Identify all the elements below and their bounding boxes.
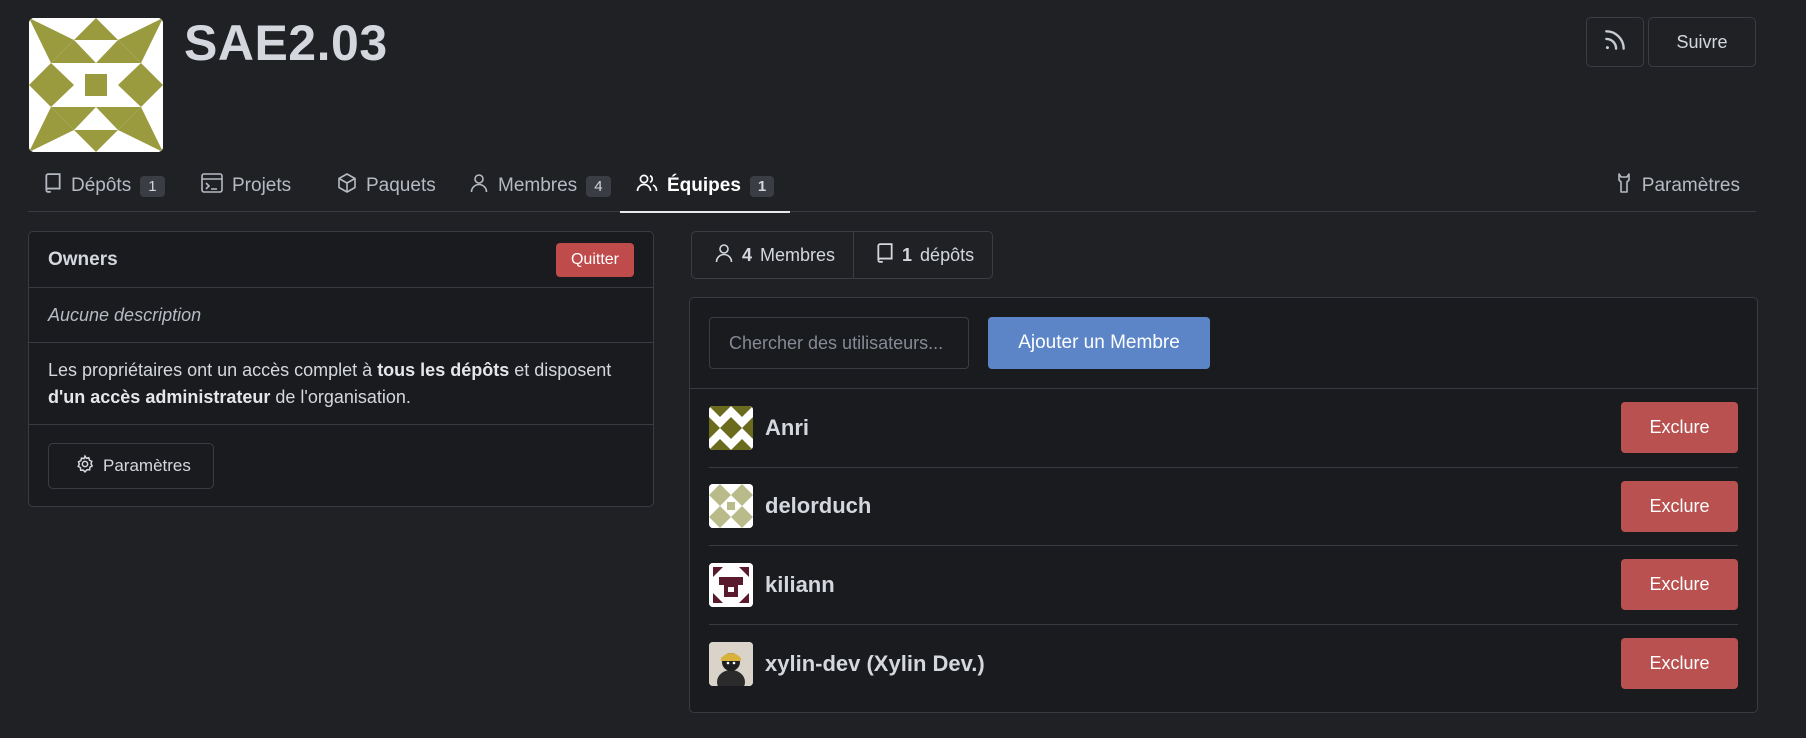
perm-text: de l'organisation. bbox=[270, 386, 411, 407]
repos-count: 1 bbox=[902, 244, 913, 265]
tab-teams[interactable]: Équipes 1 bbox=[620, 160, 791, 213]
header-actions: Suivre bbox=[1586, 17, 1756, 67]
perm-emphasis: d'un accès administrateur bbox=[48, 386, 271, 407]
tab-label: Dépôts bbox=[71, 175, 132, 196]
follow-button[interactable]: Suivre bbox=[1648, 17, 1756, 67]
exclude-member-button[interactable]: Exclure bbox=[1621, 559, 1738, 611]
tab-label: Équipes bbox=[667, 175, 741, 196]
tab-members[interactable]: Membres 4 bbox=[453, 160, 627, 212]
team-actions-row: Paramètres bbox=[29, 425, 653, 507]
tab-settings[interactable]: Paramètres bbox=[1599, 160, 1756, 212]
org-tabs: Dépôts 1 Projets Paquets Membres 4 Équip… bbox=[28, 160, 1756, 213]
perm-emphasis: tous les dépôts bbox=[377, 359, 510, 380]
tab-label: Paquets bbox=[366, 175, 436, 196]
avatar[interactable] bbox=[709, 405, 753, 450]
tab-count: 4 bbox=[586, 175, 611, 197]
person-icon bbox=[714, 243, 734, 268]
tab-count: 1 bbox=[749, 175, 775, 197]
exclude-member-button[interactable]: Exclure bbox=[1621, 402, 1738, 454]
repo-icon bbox=[876, 242, 894, 268]
team-permissions-row: Les propriétaires ont un accès complet à… bbox=[29, 343, 653, 425]
perm-text: Les propriétaires ont un accès complet à bbox=[48, 359, 378, 380]
repo-icon bbox=[44, 173, 62, 199]
tab-label: Projets bbox=[232, 175, 292, 196]
member-name[interactable]: Anri bbox=[765, 415, 809, 441]
members-stat[interactable]: 4 Membres bbox=[692, 232, 853, 278]
member-row: delorduch Exclure bbox=[709, 468, 1738, 546]
team-stats: 4 Membres 1 dépôts bbox=[691, 231, 994, 279]
tab-count: 1 bbox=[140, 175, 165, 197]
tab-projects[interactable]: Projets bbox=[185, 160, 307, 212]
team-settings-label: Paramètres bbox=[103, 456, 191, 475]
project-icon bbox=[201, 173, 223, 199]
member-name[interactable]: kiliann bbox=[765, 572, 835, 598]
exclude-member-button[interactable]: Exclure bbox=[1621, 638, 1738, 690]
member-row: xylin-dev (Xylin Dev.) Exclure bbox=[709, 625, 1738, 704]
avatar[interactable] bbox=[709, 562, 753, 607]
team-settings-button[interactable]: Paramètres bbox=[48, 443, 214, 489]
member-name[interactable]: xylin-dev (Xylin Dev.) bbox=[765, 651, 985, 677]
member-list: Anri Exclure delorduch Exclure kiliann E… bbox=[690, 389, 1757, 703]
add-member-button[interactable]: Ajouter un Membre bbox=[988, 317, 1210, 369]
person-icon bbox=[469, 173, 489, 199]
avatar[interactable] bbox=[709, 484, 753, 529]
team-header: Owners Quitter bbox=[29, 232, 653, 288]
member-row: Anri Exclure bbox=[709, 389, 1738, 468]
org-avatar bbox=[29, 18, 163, 152]
tools-icon bbox=[1615, 172, 1633, 200]
member-name[interactable]: delorduch bbox=[765, 493, 871, 519]
exclude-member-button[interactable]: Exclure bbox=[1621, 480, 1738, 532]
avatar[interactable] bbox=[709, 641, 753, 686]
user-search-input[interactable] bbox=[709, 317, 969, 369]
rss-icon bbox=[1602, 27, 1628, 58]
tab-repos[interactable]: Dépôts 1 bbox=[28, 160, 181, 212]
team-permissions: Les propriétaires ont un accès complet à… bbox=[48, 357, 611, 411]
team-description: Aucune description bbox=[48, 304, 202, 325]
perm-text: et disposent bbox=[509, 359, 612, 380]
tab-label: Paramètres bbox=[1641, 175, 1740, 196]
org-title: SAE2.03 bbox=[184, 15, 388, 71]
gear-icon bbox=[75, 453, 95, 479]
members-label: Membres bbox=[760, 244, 836, 265]
tab-packages[interactable]: Paquets bbox=[321, 160, 452, 212]
package-icon bbox=[337, 173, 357, 199]
repos-label: dépôts bbox=[920, 244, 975, 265]
members-card: Ajouter un Membre Anri Exclure delorduch… bbox=[689, 297, 1758, 713]
add-member-bar: Ajouter un Membre bbox=[690, 298, 1757, 389]
team-name: Owners bbox=[48, 248, 118, 270]
repos-stat[interactable]: 1 dépôts bbox=[853, 232, 992, 278]
tab-label: Membres bbox=[498, 175, 578, 196]
members-count: 4 bbox=[742, 244, 753, 265]
page: SAE2.03 Suivre Dépôts 1 Projets Paquets … bbox=[28, 0, 1758, 738]
rss-button[interactable] bbox=[1586, 17, 1644, 67]
team-card: Owners Quitter Aucune description Les pr… bbox=[28, 231, 654, 507]
people-icon bbox=[636, 173, 658, 199]
team-description-row: Aucune description bbox=[29, 288, 653, 343]
quit-team-button[interactable]: Quitter bbox=[555, 242, 634, 277]
member-row: kiliann Exclure bbox=[709, 546, 1738, 625]
